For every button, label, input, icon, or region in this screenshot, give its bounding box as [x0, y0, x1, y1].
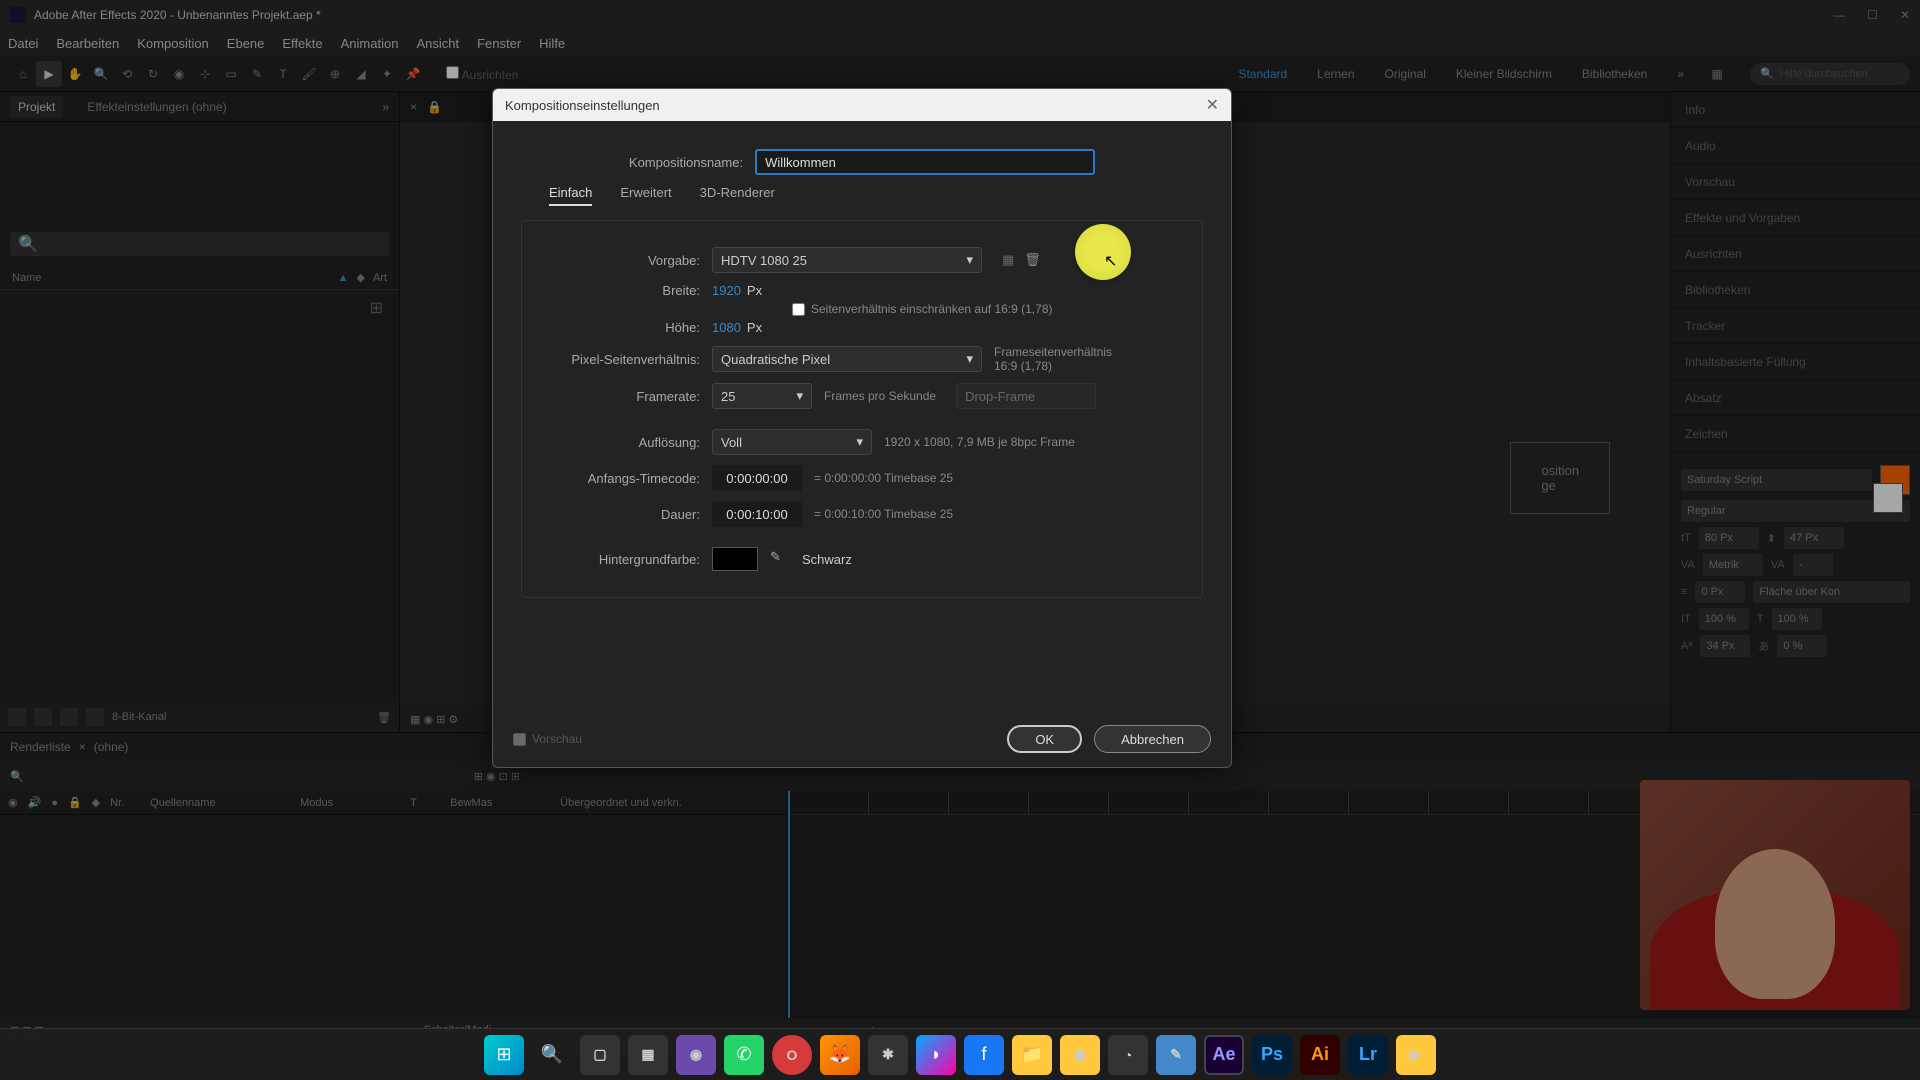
px-unit: Px — [747, 320, 762, 335]
taskbar: ⊞ 🔍 ▢ ▦ ◉ ✆ O 🦊 ✱ ◗ f 📁 ◉ ◔ ✎ Ae Ps Ai L… — [0, 1028, 1920, 1080]
lock-aspect-label: Seitenverhältnis einschränken auf 16:9 (… — [811, 302, 1052, 316]
tab-advanced[interactable]: Erweitert — [620, 185, 671, 206]
cursor-highlight — [1075, 224, 1131, 280]
tab-3d[interactable]: 3D-Renderer — [700, 185, 775, 206]
cancel-button[interactable]: Abbrechen — [1094, 725, 1211, 753]
start-tc-label: Anfangs-Timecode: — [532, 471, 712, 486]
resolution-info: 1920 x 1080, 7,9 MB je 8bpc Frame — [872, 435, 1075, 449]
resolution-label: Auflösung: — [532, 435, 712, 450]
preview-checkbox — [513, 733, 526, 746]
height-value[interactable]: 1080 — [712, 320, 741, 335]
start-tc-info: = 0:00:00:00 Timebase 25 — [802, 471, 953, 485]
lock-aspect-checkbox[interactable] — [792, 303, 805, 316]
taskbar-aftereffects[interactable]: Ae — [1204, 1035, 1244, 1075]
par-select[interactable]: Quadratische Pixel▾ — [712, 346, 982, 372]
duration-input[interactable] — [712, 501, 802, 527]
save-preset-icon[interactable]: ▦ — [1002, 252, 1014, 268]
taskbar-illustrator[interactable]: Ai — [1300, 1035, 1340, 1075]
ok-button[interactable]: OK — [1007, 725, 1082, 753]
chevron-down-icon: ▾ — [796, 388, 803, 404]
taskbar-lightroom[interactable]: Lr — [1348, 1035, 1388, 1075]
start-button[interactable]: ⊞ — [484, 1035, 524, 1075]
taskbar-whatsapp[interactable]: ✆ — [724, 1035, 764, 1075]
taskbar-app-2[interactable]: ◉ — [676, 1035, 716, 1075]
chevron-down-icon: ▾ — [966, 252, 973, 268]
resolution-select[interactable]: Voll▾ — [712, 429, 872, 455]
taskbar-app-7[interactable]: ✎ — [1156, 1035, 1196, 1075]
duration-label: Dauer: — [532, 507, 712, 522]
taskbar-app-3[interactable]: O — [772, 1035, 812, 1075]
height-label: Höhe: — [532, 320, 712, 335]
taskbar-app-4[interactable]: ✱ — [868, 1035, 908, 1075]
fps-label: Framerate: — [532, 389, 712, 404]
width-label: Breite: — [532, 283, 712, 298]
frame-aspect-label: Frameseitenverhältnis — [994, 345, 1112, 359]
fps-unit: Frames pro Sekunde — [812, 389, 936, 403]
eyedropper-icon[interactable]: ✎ — [770, 549, 790, 569]
bgcolor-swatch[interactable] — [712, 547, 758, 571]
par-label: Pixel-Seitenverhältnis: — [532, 352, 712, 367]
comp-name-label: Kompositionsname: — [629, 155, 755, 170]
comp-name-input[interactable] — [755, 149, 1095, 175]
cursor-icon: ↖ — [1104, 251, 1117, 271]
fps-select[interactable]: 25▾ — [712, 383, 812, 409]
delete-preset-icon[interactable]: 🗑 — [1024, 252, 1041, 268]
taskbar-facebook[interactable]: f — [964, 1035, 1004, 1075]
taskbar-search[interactable]: 🔍 — [532, 1035, 572, 1075]
taskbar-app-6[interactable]: ◔ — [1108, 1035, 1148, 1075]
preset-label: Vorgabe: — [532, 253, 712, 268]
composition-settings-dialog: Kompositionseinstellungen ✕ Kompositions… — [492, 88, 1232, 768]
chevron-down-icon: ▾ — [966, 351, 973, 367]
taskbar-taskview[interactable]: ▢ — [580, 1035, 620, 1075]
taskbar-messenger[interactable]: ◗ — [916, 1035, 956, 1075]
dropframe-select: Drop-Frame — [956, 383, 1096, 409]
preview-label: Vorschau — [532, 732, 582, 746]
taskbar-app-8[interactable]: ▶ — [1396, 1035, 1436, 1075]
preset-select[interactable]: HDTV 1080 25▾ — [712, 247, 982, 273]
taskbar-explorer[interactable]: 📁 — [1012, 1035, 1052, 1075]
start-tc-input[interactable] — [712, 465, 802, 491]
dialog-close-button[interactable]: ✕ — [1206, 95, 1219, 115]
tab-basic[interactable]: Einfach — [549, 185, 592, 206]
chevron-down-icon: ▾ — [856, 434, 863, 450]
frame-aspect-value: 16:9 (1,78) — [994, 359, 1112, 373]
taskbar-app-5[interactable]: ◉ — [1060, 1035, 1100, 1075]
duration-info: = 0:00:10:00 Timebase 25 — [802, 507, 953, 521]
px-unit: Px — [747, 283, 762, 298]
taskbar-photoshop[interactable]: Ps — [1252, 1035, 1292, 1075]
bgcolor-label: Hintergrundfarbe: — [532, 552, 712, 567]
dialog-title: Kompositionseinstellungen — [505, 98, 660, 113]
taskbar-firefox[interactable]: 🦊 — [820, 1035, 860, 1075]
taskbar-app-1[interactable]: ▦ — [628, 1035, 668, 1075]
bgcolor-name: Schwarz — [802, 552, 852, 567]
width-value[interactable]: 1920 — [712, 283, 741, 298]
